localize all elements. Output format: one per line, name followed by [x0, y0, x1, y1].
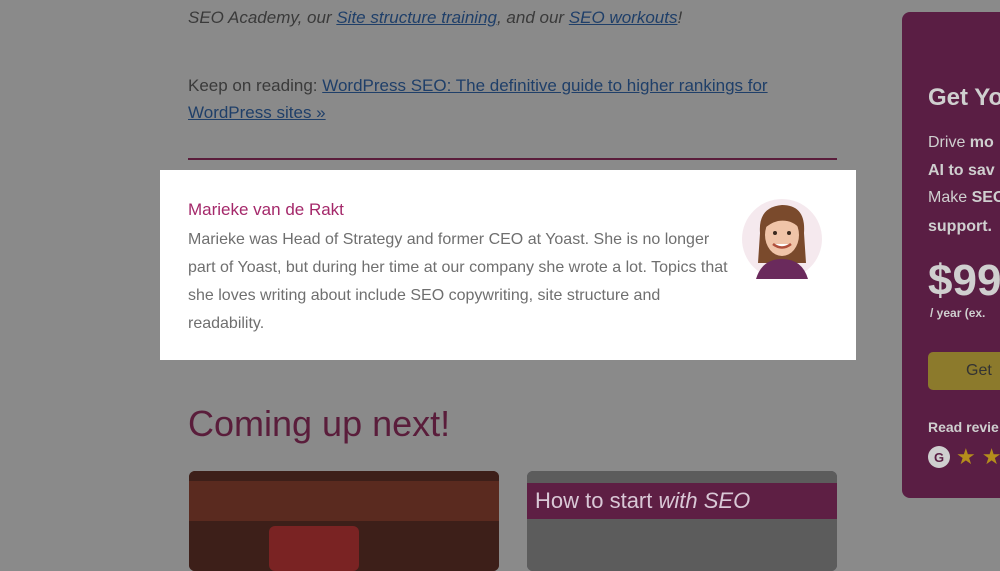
coming-up-heading: Coming up next!	[188, 403, 451, 444]
get-premium-button[interactable]: Get	[928, 352, 1000, 390]
star-icon: ★	[956, 444, 976, 469]
promo-price-period: / year (ex.	[930, 306, 986, 320]
promo-line-1: Drive mo	[928, 134, 994, 151]
g2-icon: G	[928, 446, 950, 468]
promo-line-3: Make SEO	[928, 189, 1000, 206]
section-divider	[188, 158, 837, 160]
site-structure-training-link[interactable]: Site structure training	[336, 8, 497, 27]
promo-line-4: support.	[928, 218, 992, 235]
promo-line-2: AI to sav	[928, 162, 995, 179]
premium-promo-sidebar: Get Yo Drive mo AI to sav Make SEO suppo…	[902, 12, 1000, 498]
post-card-1[interactable]	[189, 471, 499, 571]
post-card-2[interactable]: How to start with SEO	[527, 471, 837, 571]
star-icon: ★	[981, 444, 1000, 469]
keep-reading: Keep on reading: WordPress SEO: The defi…	[188, 76, 768, 122]
promo-price: $99	[928, 256, 1000, 305]
promo-title: Get Yo	[928, 84, 1000, 111]
author-bio-card: Marieke van de Rakt Marieke was Head of …	[160, 170, 856, 360]
post-card-2-banner: How to start with SEO	[527, 483, 837, 519]
author-bio-text: Marieke was Head of Strategy and former …	[188, 231, 728, 332]
review-rating: G ★ ★	[928, 446, 1000, 468]
read-reviews-link[interactable]: Read revie	[928, 419, 999, 435]
post-card-1-image	[189, 471, 499, 571]
author-name[interactable]: Marieke van de Rakt	[188, 200, 344, 220]
seo-workouts-link[interactable]: SEO workouts	[569, 8, 678, 27]
article-text-line: SEO Academy, our Site structure training…	[188, 8, 683, 27]
author-avatar	[742, 199, 822, 279]
